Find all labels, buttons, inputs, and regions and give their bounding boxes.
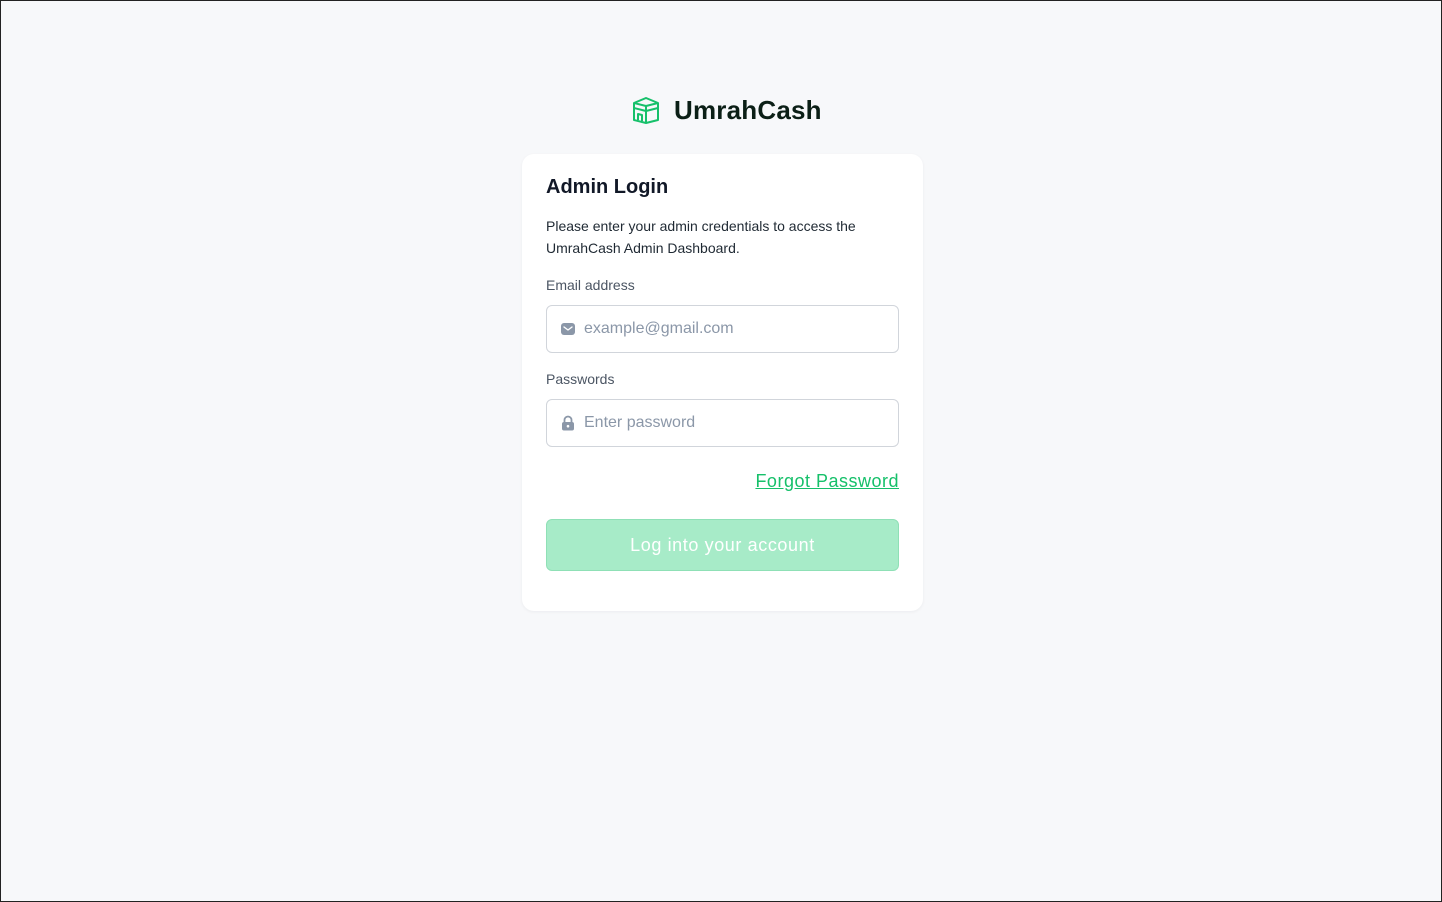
password-label: Passwords (546, 371, 615, 387)
login-description: Please enter your admin credentials to a… (546, 218, 856, 256)
forgot-password-link[interactable]: Forgot Password (755, 471, 899, 492)
page-title: Admin Login (546, 176, 669, 198)
brand-name: UmrahCash (674, 94, 822, 125)
lock-icon (560, 415, 576, 431)
login-card: Admin Login Please enter your admin cred… (522, 154, 923, 611)
login-button[interactable]: Log into your account (546, 519, 899, 571)
password-input[interactable] (584, 414, 884, 432)
email-field-container[interactable] (546, 305, 899, 353)
password-field-container[interactable] (546, 399, 899, 447)
brand-logo: UmrahCash (631, 93, 822, 127)
email-label: Email address (546, 277, 635, 293)
email-input[interactable] (584, 320, 884, 338)
kaaba-icon (631, 95, 661, 125)
envelope-icon (560, 321, 576, 337)
